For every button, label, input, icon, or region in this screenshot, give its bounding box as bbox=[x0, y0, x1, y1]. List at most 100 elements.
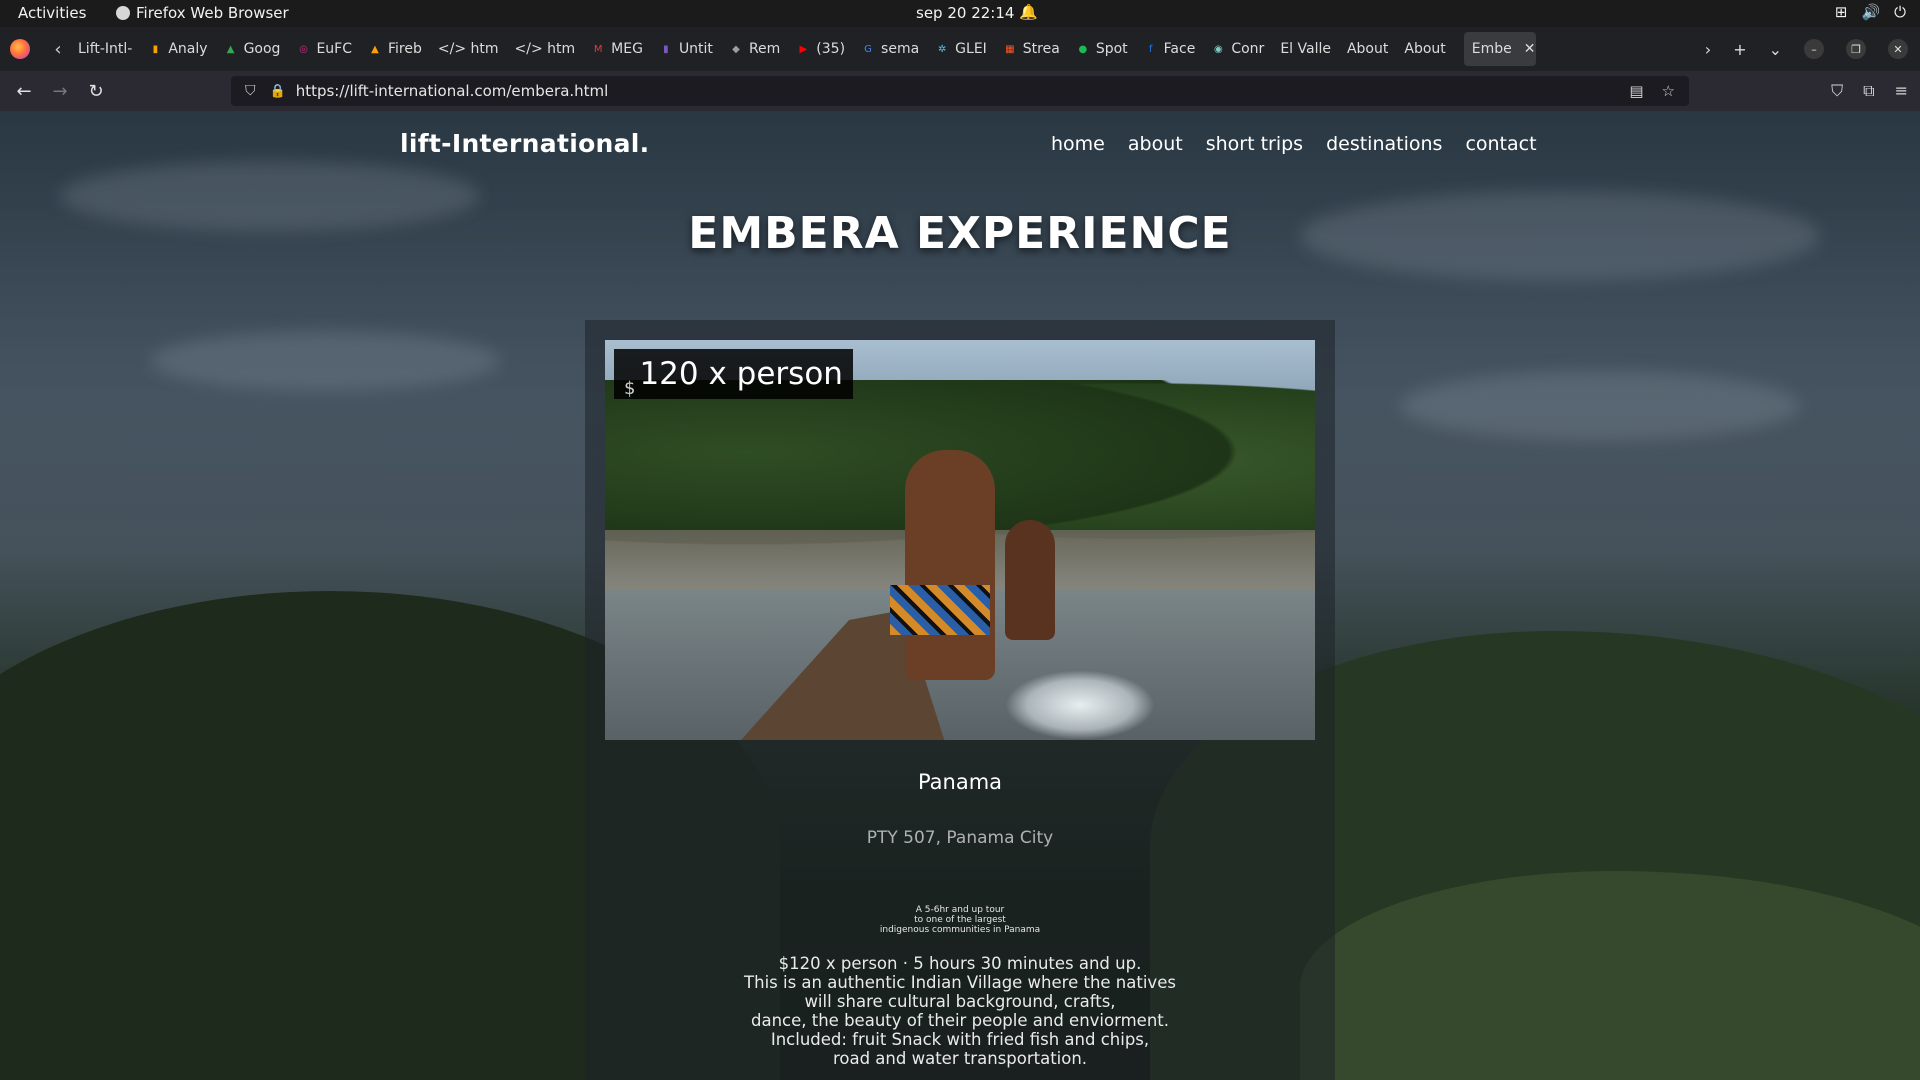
volume-icon[interactable]: 🔊 bbox=[1861, 3, 1880, 21]
pocket-icon[interactable]: ⛉ bbox=[1831, 81, 1843, 101]
tab-label: Rem bbox=[748, 41, 781, 57]
tour-address: PTY 507, Panama City bbox=[866, 828, 1054, 848]
tab-label: Lift-Intl- bbox=[78, 41, 133, 57]
tab[interactable]: ▲ Goog bbox=[216, 32, 289, 66]
new-tab-icon[interactable]: + bbox=[1733, 40, 1746, 59]
description-line: This is an authentic Indian Village wher… bbox=[744, 973, 1176, 992]
system-tray[interactable]: ⊞ 🔊 ⏻ bbox=[1835, 3, 1906, 21]
tab-label: Spot bbox=[1095, 41, 1128, 57]
tab-favicon-icon: M bbox=[593, 43, 603, 55]
description-line: $120 x person · 5 hours 30 minutes and u… bbox=[778, 954, 1142, 973]
tab[interactable]: Gsema bbox=[853, 32, 927, 66]
tab-label: Face bbox=[1163, 41, 1196, 57]
restore-icon[interactable]: ❐ bbox=[1846, 39, 1866, 59]
tab-favicon-icon: ◉ bbox=[1213, 43, 1223, 55]
bookmark-star-icon[interactable]: ☆ bbox=[1662, 82, 1675, 100]
tab[interactable]: ● Spot bbox=[1068, 32, 1136, 66]
nav-link-about[interactable]: about bbox=[1128, 133, 1183, 155]
tab[interactable]: ◎ EuFC bbox=[288, 32, 360, 66]
tab[interactable]: </> htm bbox=[430, 32, 507, 66]
description-line: road and water transportation. bbox=[832, 1049, 1088, 1068]
tab-label: GLEI bbox=[955, 41, 987, 57]
tab-favicon-icon: ▮ bbox=[152, 43, 159, 55]
activities-button[interactable]: Activities bbox=[18, 4, 86, 22]
tab-scroll-left-icon[interactable]: ‹ bbox=[46, 39, 70, 60]
tab[interactable]: ▶ (35) bbox=[788, 32, 853, 66]
site-header: lift-International. home about short tri… bbox=[0, 111, 1920, 181]
blurb-line: to one of the largest bbox=[914, 915, 1006, 925]
network-icon[interactable]: ⊞ bbox=[1835, 3, 1848, 21]
reload-icon[interactable]: ↻ bbox=[78, 81, 114, 102]
url-text[interactable]: https://lift-international.com/embera.ht… bbox=[296, 82, 609, 100]
tab-label: Goog bbox=[243, 41, 281, 57]
tab-label: About bbox=[1346, 41, 1389, 57]
nav-link-destinations[interactable]: destinations bbox=[1326, 133, 1442, 155]
tour-photo: $ 120 x person bbox=[605, 340, 1315, 740]
tab-label: Analy bbox=[168, 41, 208, 57]
tab[interactable]: About bbox=[1339, 32, 1396, 66]
reader-view-icon[interactable]: ▤ bbox=[1629, 82, 1643, 100]
url-bar[interactable]: ⛉ 🔒 https://lift-international.com/ember… bbox=[231, 76, 1689, 106]
tab[interactable]: Lift-Intl- bbox=[70, 32, 140, 66]
background-cloud bbox=[1400, 371, 1800, 441]
nav-link-contact[interactable]: contact bbox=[1465, 133, 1536, 155]
tab[interactable]: ✲ GLEI bbox=[927, 32, 995, 66]
tab-favicon-icon: ▲ bbox=[371, 43, 379, 55]
tab[interactable]: El Valle bbox=[1272, 32, 1339, 66]
minimize-icon[interactable]: – bbox=[1804, 39, 1824, 59]
list-all-tabs-icon[interactable]: ⌄ bbox=[1769, 40, 1782, 59]
forward-icon[interactable]: → bbox=[42, 81, 78, 102]
tab-label: Fireb bbox=[388, 41, 422, 57]
lock-icon[interactable]: 🔒 bbox=[270, 84, 286, 99]
tab-label: </> htm bbox=[437, 41, 499, 57]
tab[interactable]: ◉ Conr bbox=[1203, 32, 1272, 66]
menu-hamburger-icon[interactable]: ≡ bbox=[1895, 81, 1908, 101]
tab[interactable]: </> htm bbox=[507, 32, 584, 66]
description-line: dance, the beauty of their people and en… bbox=[751, 1011, 1169, 1030]
close-tab-icon[interactable]: ✕ bbox=[1524, 41, 1536, 57]
tab-favicon-icon: ▮ bbox=[663, 43, 669, 55]
tab-favicon-icon: ▲ bbox=[226, 43, 235, 55]
tab-list: Lift-Intl- ▮ Analy ▲ Goog ◎ EuFC ▲ Fireb </> htm <… bbox=[70, 32, 1454, 66]
site-brand-logo[interactable]: lift-International. bbox=[400, 129, 649, 158]
close-window-icon[interactable]: ✕ bbox=[1888, 39, 1908, 59]
tab-label: Embe bbox=[1471, 41, 1512, 57]
tab-label: Strea bbox=[1022, 41, 1060, 57]
tab[interactable]: About bbox=[1396, 32, 1453, 66]
tab[interactable]: ▮ Untit bbox=[651, 32, 721, 66]
tab[interactable]: ▲ Fireb bbox=[360, 32, 430, 66]
firefox-logo-icon[interactable] bbox=[10, 39, 30, 59]
tab-favicon-icon: ▶ bbox=[799, 43, 808, 55]
tab[interactable]: M MEG bbox=[583, 32, 651, 66]
tab-strip: ‹ Lift-Intl- ▮ Analy ▲ Goog ◎ EuFC ▲ Fireb </> ht… bbox=[0, 27, 1920, 71]
extensions-icon[interactable]: ⧉ bbox=[1863, 81, 1874, 101]
clock[interactable]: sep 20 22:14 bbox=[916, 4, 1014, 22]
nav-link-home[interactable]: home bbox=[1051, 133, 1105, 155]
tab[interactable]: ▮ Analy bbox=[140, 32, 215, 66]
tab[interactable]: ◆ Rem bbox=[721, 32, 788, 66]
app-menu[interactable]: Firefox Web Browser bbox=[116, 4, 289, 22]
notification-bell-icon[interactable]: 🔔 bbox=[1019, 3, 1038, 21]
tracking-shield-icon[interactable]: ⛉ bbox=[245, 83, 256, 99]
tab-label: </> htm bbox=[514, 41, 576, 57]
power-icon[interactable]: ⏻ bbox=[1894, 3, 1906, 21]
tab[interactable]: ▦ Strea bbox=[995, 32, 1068, 66]
tab-active[interactable]: Embe ✕ bbox=[1463, 32, 1536, 66]
nav-link-short-trips[interactable]: short trips bbox=[1206, 133, 1303, 155]
tour-description: $120 x person · 5 hours 30 minutes and u… bbox=[585, 954, 1335, 1068]
tab-scroll-right-icon[interactable]: › bbox=[1705, 40, 1711, 59]
tab-favicon-icon: ● bbox=[1078, 43, 1088, 55]
app-name: Firefox Web Browser bbox=[136, 4, 289, 22]
tab-label: MEG bbox=[611, 41, 643, 57]
firefox-icon bbox=[116, 6, 130, 20]
blurb-line: A 5-6hr and up tour bbox=[915, 905, 1005, 915]
tab-label: Untit bbox=[678, 41, 713, 57]
system-top-bar: Activities Firefox Web Browser sep 20 22… bbox=[0, 0, 1920, 27]
tab[interactable]: f Face bbox=[1136, 32, 1204, 66]
photo-person bbox=[905, 450, 995, 680]
site-nav: home about short trips destinations cont… bbox=[1051, 133, 1537, 155]
web-page: lift-International. home about short tri… bbox=[0, 111, 1920, 1080]
back-icon[interactable]: ← bbox=[6, 81, 42, 102]
tab-favicon-icon: ◎ bbox=[299, 43, 308, 55]
tab-favicon-icon: G bbox=[864, 43, 872, 55]
